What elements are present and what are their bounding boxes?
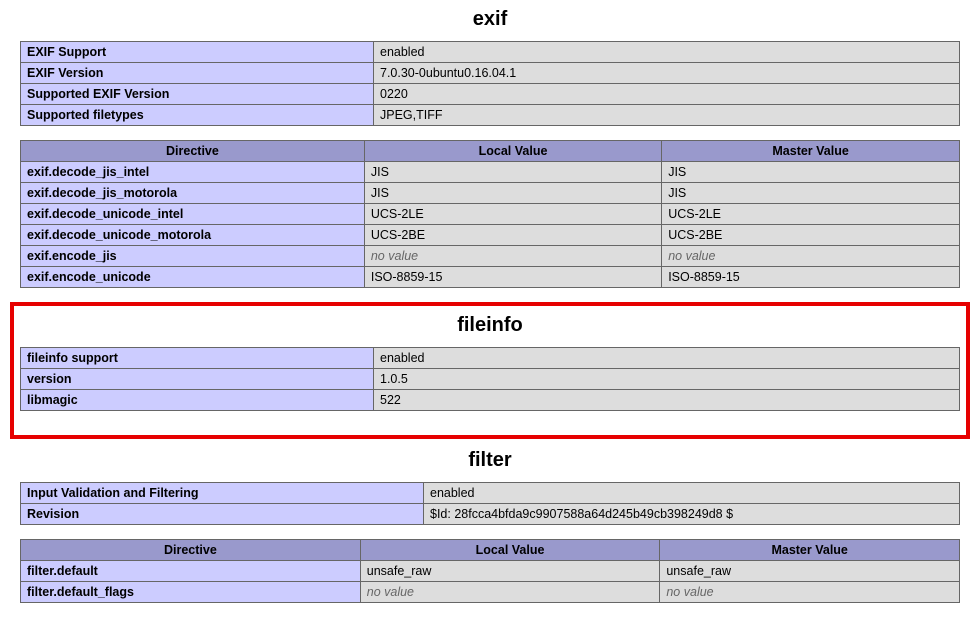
kv-key: Supported filetypes [21,105,374,126]
directive-local: UCS-2BE [364,225,661,246]
table-row: filter.default_flags no value no value [21,582,960,603]
kv-value: enabled [374,42,960,63]
table-header-row: Directive Local Value Master Value [21,141,960,162]
table-row: fileinfo support enabled [21,348,960,369]
kv-key: Revision [21,504,424,525]
table-row: exif.decode_jis_intel JIS JIS [21,162,960,183]
directive-name: filter.default [21,561,361,582]
col-header-master: Master Value [662,141,960,162]
fileinfo-kv-table: fileinfo support enabled version 1.0.5 l… [20,347,960,411]
kv-value: 7.0.30-0ubuntu0.16.04.1 [374,63,960,84]
col-header-local: Local Value [364,141,661,162]
table-row: libmagic 522 [21,390,960,411]
directive-master: no value [660,582,960,603]
table-header-row: Directive Local Value Master Value [21,540,960,561]
section-title-fileinfo: fileinfo [18,314,962,337]
directive-local: no value [360,582,660,603]
col-header-directive: Directive [21,141,365,162]
directive-master: JIS [662,162,960,183]
col-header-directive: Directive [21,540,361,561]
directive-local: JIS [364,183,661,204]
kv-value: 0220 [374,84,960,105]
table-row: Supported EXIF Version 0220 [21,84,960,105]
kv-key: Input Validation and Filtering [21,483,424,504]
directive-name: exif.decode_unicode_motorola [21,225,365,246]
col-header-local: Local Value [360,540,660,561]
directive-local: JIS [364,162,661,183]
kv-value: 1.0.5 [374,369,960,390]
no-value: no value [371,249,418,263]
directive-master: no value [662,246,960,267]
filter-kv-table: Input Validation and Filtering enabled R… [20,482,960,525]
filter-directives-table: Directive Local Value Master Value filte… [20,539,960,603]
table-row: exif.decode_jis_motorola JIS JIS [21,183,960,204]
table-row: EXIF Support enabled [21,42,960,63]
table-row: exif.decode_unicode_intel UCS-2LE UCS-2L… [21,204,960,225]
directive-name: exif.decode_jis_intel [21,162,365,183]
directive-name: exif.encode_unicode [21,267,365,288]
table-row: Supported filetypes JPEG,TIFF [21,105,960,126]
table-row: version 1.0.5 [21,369,960,390]
directive-master: UCS-2BE [662,225,960,246]
table-row: exif.decode_unicode_motorola UCS-2BE UCS… [21,225,960,246]
exif-kv-table: EXIF Support enabled EXIF Version 7.0.30… [20,41,960,126]
section-title-filter: filter [0,449,980,472]
table-row: EXIF Version 7.0.30-0ubuntu0.16.04.1 [21,63,960,84]
kv-key: version [21,369,374,390]
directive-name: exif.decode_unicode_intel [21,204,365,225]
kv-key: libmagic [21,390,374,411]
table-row: exif.encode_jis no value no value [21,246,960,267]
exif-directives-table: Directive Local Value Master Value exif.… [20,140,960,288]
directive-local: unsafe_raw [360,561,660,582]
col-header-master: Master Value [660,540,960,561]
section-title-exif: exif [0,8,980,31]
no-value: no value [367,585,414,599]
no-value: no value [668,249,715,263]
highlight-box-fileinfo: fileinfo fileinfo support enabled versio… [10,302,970,439]
table-row: filter.default unsafe_raw unsafe_raw [21,561,960,582]
directive-master: ISO-8859-15 [662,267,960,288]
kv-key: EXIF Version [21,63,374,84]
directive-local: ISO-8859-15 [364,267,661,288]
no-value: no value [666,585,713,599]
kv-value: $Id: 28fcca4bfda9c9907588a64d245b49cb398… [424,504,960,525]
directive-name: exif.decode_jis_motorola [21,183,365,204]
kv-value: enabled [424,483,960,504]
kv-key: EXIF Support [21,42,374,63]
kv-key: Supported EXIF Version [21,84,374,105]
directive-master: unsafe_raw [660,561,960,582]
directive-name: filter.default_flags [21,582,361,603]
kv-value: JPEG,TIFF [374,105,960,126]
table-row: exif.encode_unicode ISO-8859-15 ISO-8859… [21,267,960,288]
directive-master: JIS [662,183,960,204]
directive-local: UCS-2LE [364,204,661,225]
kv-value: enabled [374,348,960,369]
kv-value: 522 [374,390,960,411]
directive-name: exif.encode_jis [21,246,365,267]
kv-key: fileinfo support [21,348,374,369]
directive-local: no value [364,246,661,267]
directive-master: UCS-2LE [662,204,960,225]
table-row: Revision $Id: 28fcca4bfda9c9907588a64d24… [21,504,960,525]
table-row: Input Validation and Filtering enabled [21,483,960,504]
